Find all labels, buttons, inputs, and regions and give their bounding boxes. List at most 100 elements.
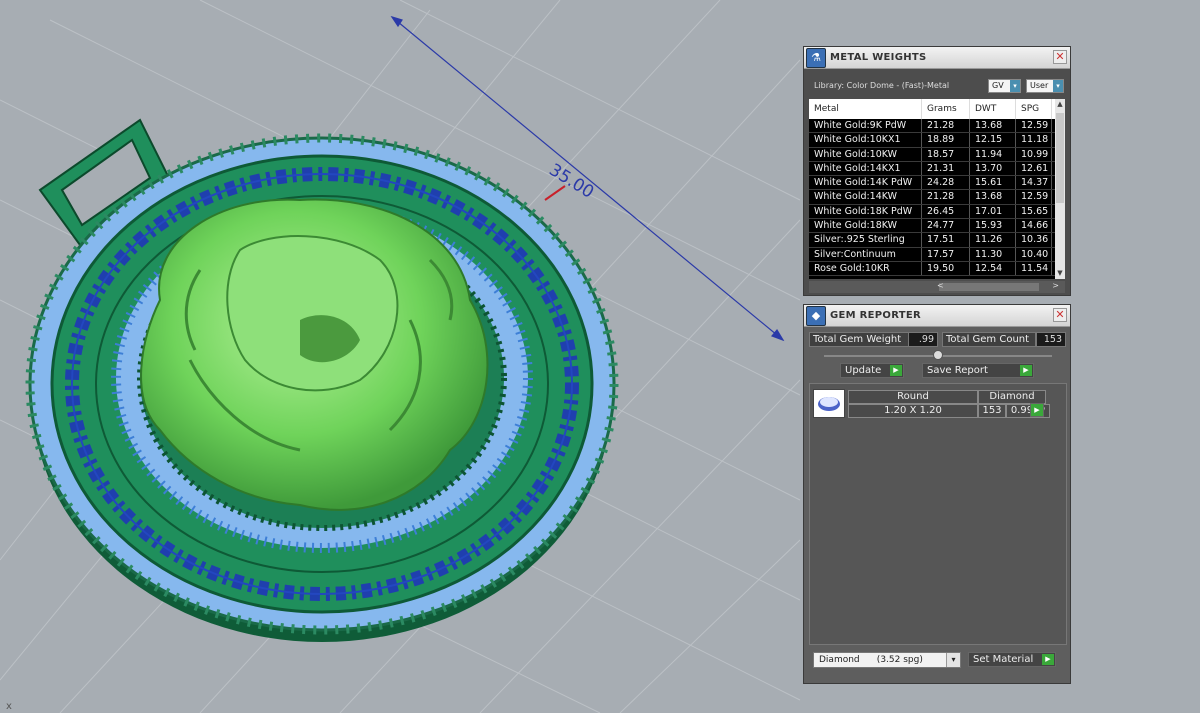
chevron-down-icon: ▾	[946, 653, 960, 667]
column-header-metal[interactable]: Metal	[809, 99, 922, 119]
cell-metal-name: White Gold:18K PdW	[809, 204, 922, 219]
table-row[interactable]: Silver:.925 Sterling 17.51 11.26 10.36	[809, 233, 1065, 248]
cell-dwt: 12.15	[970, 133, 1016, 147]
cell-dwt: 11.26	[970, 233, 1016, 247]
cell-grams: 21.31	[922, 161, 970, 176]
cell-grams: 18.57	[922, 147, 970, 161]
table-row[interactable]: White Gold:14K PdW 24.28 15.61 14.37	[809, 176, 1065, 191]
cell-dwt: 13.68	[970, 119, 1016, 133]
cell-spg: 14.37	[1016, 176, 1052, 190]
cell-dwt: 11.94	[970, 147, 1016, 161]
scroll-down-icon[interactable]: ▼	[1055, 269, 1065, 277]
cell-metal-name: White Gold:14KX1	[809, 161, 922, 176]
table-row[interactable]: White Gold:14KX1 21.31 13.70 12.61	[809, 161, 1065, 177]
cell-spg: 11.54	[1016, 261, 1052, 276]
cell-dwt: 11.30	[970, 247, 1016, 261]
scroll-left-icon[interactable]: <	[937, 281, 944, 290]
cell-metal-name: Silver:.925 Sterling	[809, 233, 922, 247]
cell-spg: 12.59	[1016, 190, 1052, 204]
vertical-scrollbar[interactable]: ▲ ▼	[1055, 99, 1065, 279]
table-row[interactable]: White Gold:10KX1 18.89 12.15 11.18	[809, 133, 1065, 148]
gv-select[interactable]: GV ▾	[988, 79, 1021, 93]
gem-reporter-titlebar[interactable]: ◆ GEM REPORTER ✕	[804, 305, 1070, 327]
column-header-spg[interactable]: SPG	[1016, 99, 1052, 119]
save-report-button[interactable]: Save Report ▶	[922, 363, 1034, 378]
cell-spg: 11.18	[1016, 133, 1052, 147]
diamond-icon	[818, 397, 840, 411]
gem-material: Diamond	[978, 390, 1046, 404]
cell-grams: 19.50	[922, 261, 970, 276]
metal-weights-panel: ⚗ METAL WEIGHTS ✕ Library: Color Dome - …	[803, 46, 1071, 296]
total-gem-count-value: 153	[1036, 332, 1066, 347]
metal-weights-titlebar[interactable]: ⚗ METAL WEIGHTS ✕	[804, 47, 1070, 69]
metal-rows: White Gold:9K PdW 21.28 13.68 12.59 White Go…	[809, 119, 1065, 277]
table-row[interactable]: Silver:Continuum 17.57 11.30 10.40	[809, 247, 1065, 262]
cell-grams: 24.28	[922, 176, 970, 190]
cell-spg: 15.65	[1016, 204, 1052, 219]
size-slider-handle[interactable]	[933, 350, 943, 360]
cell-dwt: 17.01	[970, 204, 1016, 219]
metal-weights-table: Metal Grams DWT SPG White Gold:9K PdW 21.…	[809, 99, 1065, 279]
gem-thumbnail[interactable]	[813, 389, 845, 418]
cell-grams: 17.51	[922, 233, 970, 247]
scrollbar-thumb[interactable]	[1056, 113, 1064, 203]
cell-spg: 12.61	[1016, 161, 1052, 176]
cell-metal-name: Silver:Continuum	[809, 247, 922, 261]
chevron-down-icon: ▾	[1053, 80, 1063, 92]
cell-grams: 26.45	[922, 204, 970, 219]
cell-metal-name: White Gold:10KX1	[809, 133, 922, 147]
gem-reporter-panel: ◆ GEM REPORTER ✕ Total Gem Weight .99 To…	[803, 304, 1071, 684]
cell-dwt: 13.68	[970, 190, 1016, 204]
table-row[interactable]: Rose Gold:10KR 19.50 12.54 11.54	[809, 261, 1065, 277]
cell-grams: 24.77	[922, 219, 970, 233]
cell-grams: 21.28	[922, 190, 970, 204]
cell-metal-name: White Gold:18KW	[809, 219, 922, 233]
cell-dwt: 12.54	[970, 261, 1016, 276]
cell-dwt: 15.93	[970, 219, 1016, 233]
user-select[interactable]: User ▾	[1026, 79, 1064, 93]
lion-head-relief	[140, 198, 489, 511]
column-header-dwt[interactable]: DWT	[970, 99, 1016, 119]
cell-grams: 18.89	[922, 133, 970, 147]
cell-metal-name: White Gold:14K PdW	[809, 176, 922, 190]
axis-marker: x	[6, 701, 12, 712]
cell-spg: 10.99	[1016, 147, 1052, 161]
gem-count: 153	[978, 404, 1006, 418]
chevron-down-icon: ▾	[1010, 80, 1020, 92]
column-header-grams[interactable]: Grams	[922, 99, 970, 119]
total-gem-weight-value: .99	[908, 332, 938, 347]
material-select[interactable]: Diamond (3.52 spg) ▾	[813, 652, 961, 668]
gem-shape: Round	[848, 390, 978, 404]
flask-icon: ⚗	[806, 48, 826, 68]
gem-reporter-title: GEM REPORTER	[830, 310, 922, 321]
table-row[interactable]: White Gold:9K PdW 21.28 13.68 12.59	[809, 119, 1065, 134]
total-gem-weight-label: Total Gem Weight	[809, 332, 909, 347]
cell-grams: 17.57	[922, 247, 970, 261]
update-button[interactable]: Update ▶	[840, 363, 904, 378]
cell-metal-name: White Gold:14KW	[809, 190, 922, 204]
gem-report-icon: ◆	[806, 306, 826, 326]
set-material-button[interactable]: Set Material ▶	[968, 652, 1056, 667]
scroll-up-icon[interactable]: ▲	[1055, 100, 1065, 108]
cell-dwt: 15.61	[970, 176, 1016, 190]
table-row[interactable]: White Gold:18KW 24.77 15.93 14.66	[809, 219, 1065, 234]
scrollbar-thumb[interactable]	[939, 283, 1039, 291]
scroll-right-icon[interactable]: >	[1052, 281, 1059, 290]
cell-spg: 10.36	[1016, 233, 1052, 247]
close-icon[interactable]: ✕	[1053, 308, 1067, 322]
table-row[interactable]: White Gold:18K PdW 26.45 17.01 15.65	[809, 204, 1065, 220]
cell-grams: 21.28	[922, 119, 970, 133]
metal-weights-title: METAL WEIGHTS	[830, 52, 927, 63]
gem-go-button[interactable]: ▶	[1030, 403, 1044, 417]
horizontal-scrollbar[interactable]: < >	[809, 281, 1065, 293]
total-gem-count-label: Total Gem Count	[942, 332, 1036, 347]
close-icon[interactable]: ✕	[1053, 50, 1067, 64]
gem-size: 1.20 X 1.20	[848, 404, 978, 418]
table-row[interactable]: White Gold:10KW 18.57 11.94 10.99	[809, 147, 1065, 162]
cell-spg: 10.40	[1016, 247, 1052, 261]
cell-dwt: 13.70	[970, 161, 1016, 176]
table-row[interactable]: White Gold:14KW 21.28 13.68 12.59	[809, 190, 1065, 205]
gem-list: Round Diamond 1.20 X 1.20 153 0.99tw ▶	[809, 383, 1067, 645]
cell-spg: 12.59	[1016, 119, 1052, 133]
play-icon: ▶	[1020, 365, 1032, 376]
